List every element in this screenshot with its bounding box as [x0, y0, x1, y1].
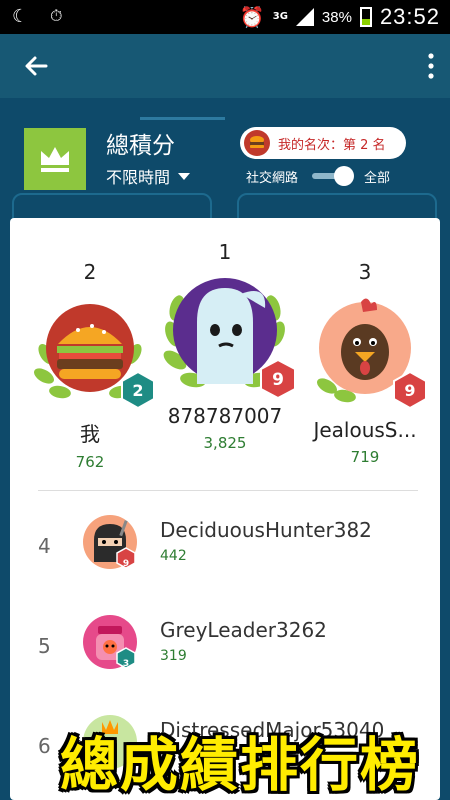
leaderboard-row[interactable]: 4 9 DeciduousHunter382 442: [10, 496, 440, 596]
dropdown-arrow-icon: [178, 172, 191, 180]
promo-caption: 總成績排行榜: [60, 731, 421, 799]
level-badge-red: 9: [393, 370, 427, 410]
podium-name: 我: [80, 422, 100, 446]
clock: 23:52: [379, 4, 440, 29]
leaderboard-icon: [24, 128, 86, 190]
podium-divider: [38, 490, 418, 491]
level-badge-red: 9: [260, 358, 296, 400]
svg-text:9: 9: [404, 381, 415, 400]
app-bar: [0, 34, 450, 98]
signal-icon: [295, 8, 314, 26]
time-filter-dropdown[interactable]: 不限時間: [106, 164, 191, 188]
ninja-avatar: 9: [83, 515, 137, 569]
time-filter-label: 不限時間: [106, 168, 171, 187]
podium-third[interactable]: 3 9 JealousS... 719: [300, 260, 430, 466]
network-type: 3G: [272, 11, 288, 22]
row-score: 319: [160, 648, 187, 664]
notification-icon: ⏱: [50, 6, 63, 25]
scope-toggle: 社交網路 全部: [246, 166, 390, 186]
toggle-all-label: 全部: [364, 170, 391, 186]
back-arrow-icon[interactable]: [20, 50, 52, 82]
leaderboard-card: 2 2 我 762 1 9 878787007 3,825 3 9 Jealou…: [10, 218, 440, 800]
leaderboard-row[interactable]: 5 3 GreyLeader3262 319: [10, 596, 440, 696]
row-rank: 4: [38, 534, 51, 558]
jam-jar-avatar: 3: [83, 615, 137, 669]
level-badge-teal: 2: [121, 370, 155, 410]
row-name: GreyLeader3262: [160, 618, 327, 642]
svg-text:9: 9: [272, 370, 284, 390]
row-rank: 5: [38, 634, 51, 658]
status-right: ⏰ 3G 38% 23:52: [240, 4, 440, 30]
podium-rank: 3: [358, 260, 372, 284]
burger-icon: [250, 136, 264, 148]
row-rank: 6: [38, 734, 51, 758]
podium-name: 878787007: [167, 404, 283, 428]
svg-text:9: 9: [123, 559, 129, 569]
scope-switch[interactable]: [312, 166, 355, 186]
my-avatar-mini: [244, 130, 270, 156]
battery-icon: [359, 7, 372, 27]
podium-score: 762: [75, 453, 105, 471]
my-rank-text: 我的名次：第 2 名: [278, 137, 386, 153]
podium-rank: 2: [83, 260, 97, 284]
podium-second[interactable]: 2 2 我 762: [30, 260, 155, 471]
podium-first[interactable]: 1 9 878787007 3,825: [155, 240, 296, 452]
row-score: 442: [160, 548, 187, 564]
podium-score: 719: [350, 448, 380, 466]
row-name: DeciduousHunter382: [160, 518, 372, 542]
podium-name: JealousS...: [313, 418, 417, 442]
svg-text:2: 2: [132, 381, 143, 400]
more-options-icon[interactable]: [426, 52, 436, 80]
moon-icon: ☾: [12, 6, 29, 27]
podium-score: 3,825: [203, 434, 247, 452]
alarm-icon: ⏰: [239, 5, 265, 29]
battery-percent: 38%: [321, 8, 352, 26]
toggle-social-label: 社交網路: [246, 170, 299, 186]
my-rank-badge[interactable]: 我的名次：第 2 名: [240, 127, 406, 159]
svg-text:3: 3: [123, 659, 129, 669]
podium-rank: 1: [218, 240, 232, 264]
status-bar: ☾ ⏱ ⏰ 3G 38% 23:52: [0, 0, 450, 34]
tab-indicator: [140, 117, 225, 120]
crown-icon: [41, 147, 69, 172]
leaderboard-title: 總積分: [106, 133, 175, 159]
